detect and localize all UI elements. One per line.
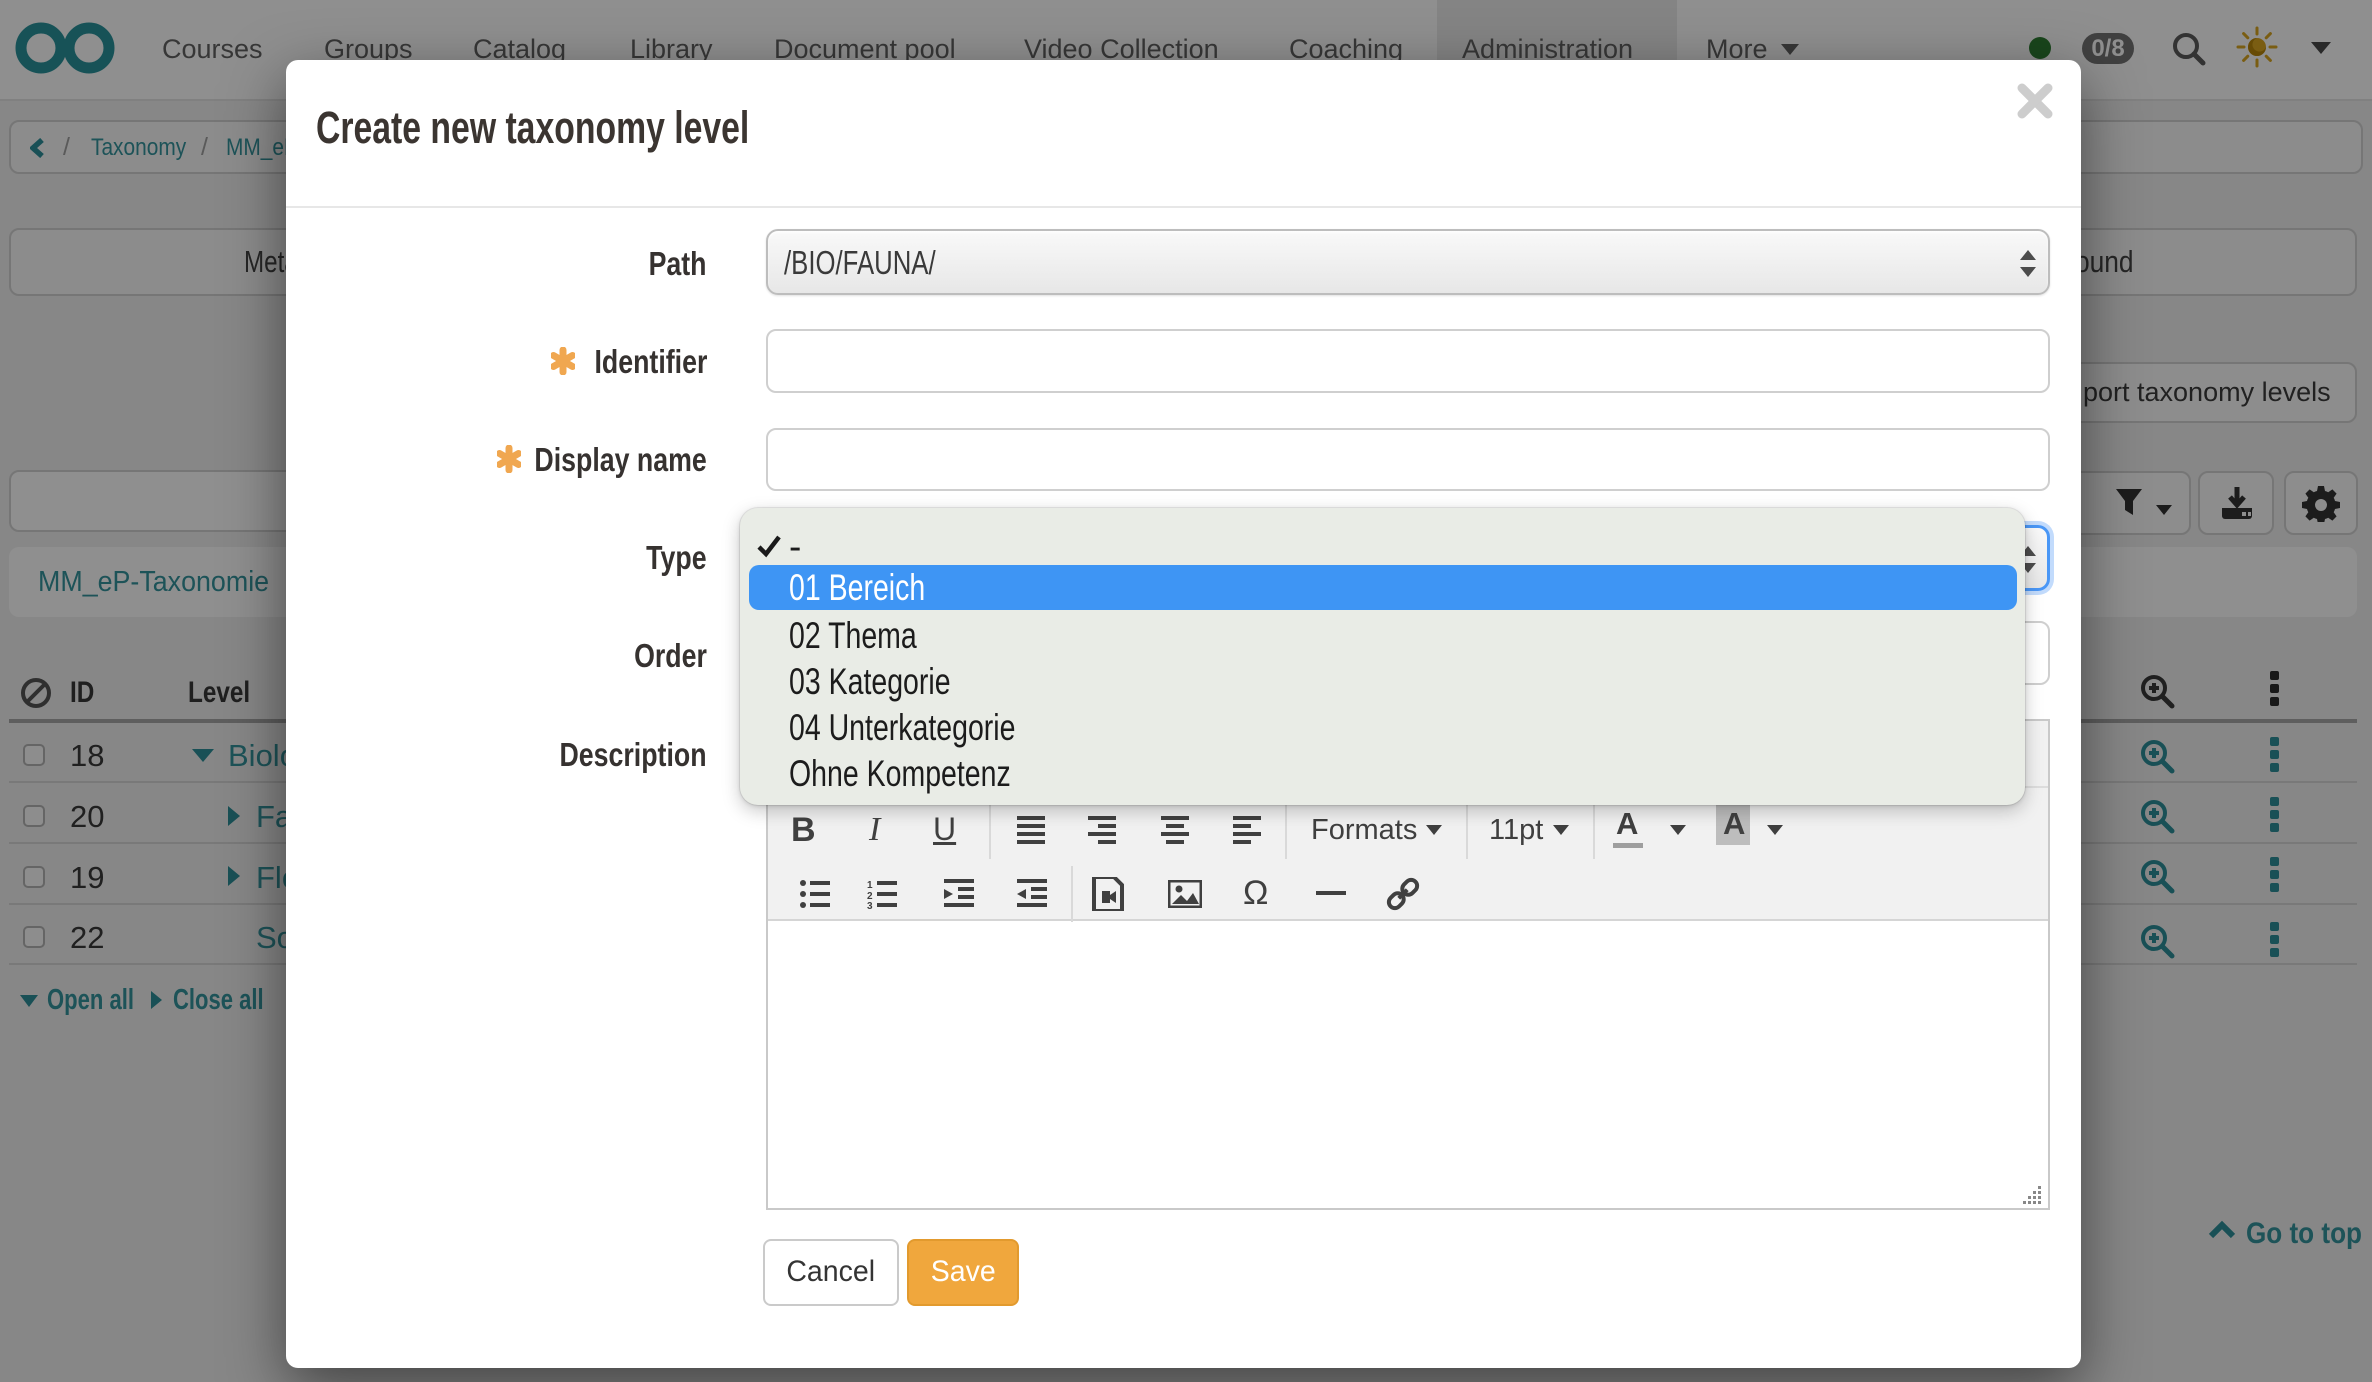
svg-text:1: 1 [867, 880, 873, 891]
svg-text:3: 3 [867, 901, 873, 909]
